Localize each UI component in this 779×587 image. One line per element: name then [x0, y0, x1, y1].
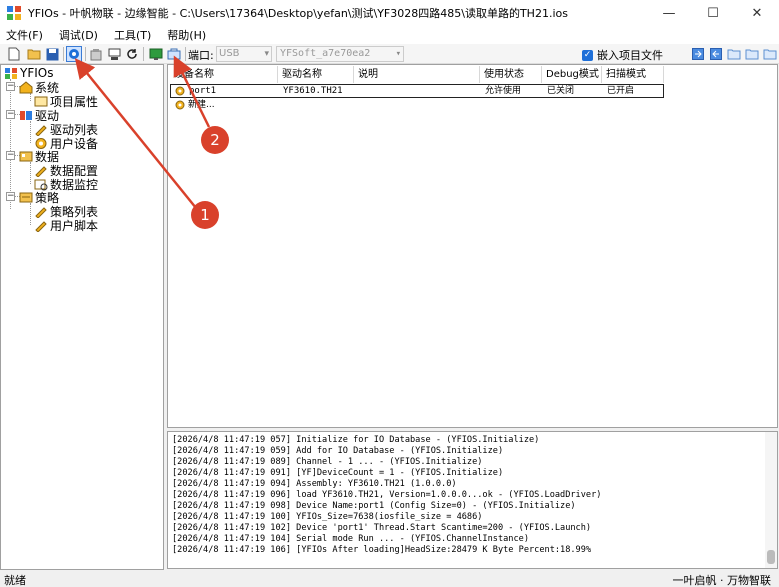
arrow-2: [173, 55, 211, 128]
annotation-arrows: [74, 55, 211, 209]
arrow-1: [74, 58, 197, 209]
annotation-marker-2: 2: [201, 126, 229, 154]
annotation-marker-1: 1: [191, 201, 219, 229]
